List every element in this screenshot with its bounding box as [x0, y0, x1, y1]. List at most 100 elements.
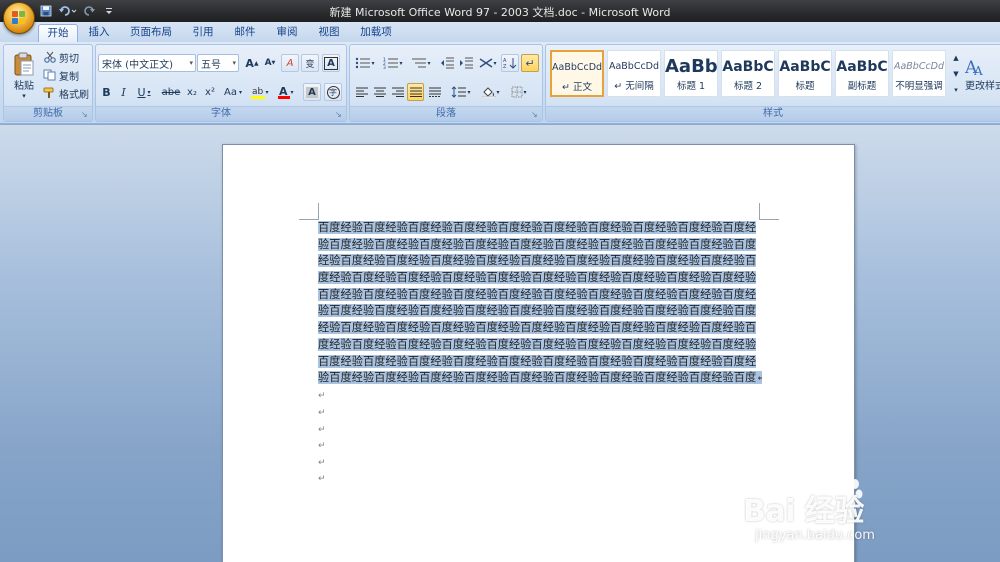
multilevel-list-button[interactable]: ▾ [408, 54, 434, 72]
text-line: 验百度经验百度经验百度经验百度经验百度经验百度经验百度经验百度经验百度经验百度↵ [318, 370, 762, 387]
show-hide-marks-button[interactable]: ↵ [521, 54, 539, 72]
distributed-button[interactable] [426, 83, 443, 101]
increase-indent-button[interactable] [457, 54, 475, 72]
style-normal[interactable]: AaBbCcDd ↵ 正文 [550, 50, 604, 97]
style-subtle-emphasis[interactable]: AaBbCcDd 不明显强调 [892, 50, 946, 97]
selected-text: 经验百度经验百度经验百度经验百度经验百度经验百度经验百度经验百度经验百度经验百 [318, 321, 757, 335]
office-logo-icon [12, 11, 26, 25]
font-name-select[interactable]: 宋体 (中文正文) ▾ [98, 54, 196, 72]
svg-text:ab: ab [252, 87, 264, 97]
numbered-list-icon: 123 [383, 57, 399, 69]
text-line: 百度经验百度经验百度经验百度经验百度经验百度经验百度经验百度经验百度经验百度经 [318, 287, 762, 304]
paragraph-launcher-icon[interactable]: ↘ [531, 110, 540, 119]
crop-mark [318, 203, 319, 220]
superscript-button[interactable]: x² [202, 83, 218, 101]
selected-text: 经验百度经验百度经验百度经验百度经验百度经验百度经验百度经验百度经验百度经验百 [318, 254, 757, 268]
tab-mailings[interactable]: 邮件 [228, 24, 262, 42]
font-group-label: 字体 [96, 106, 346, 121]
enclose-characters-button[interactable]: 字 [324, 83, 342, 101]
font-size-select[interactable]: 五号 ▾ [197, 54, 239, 72]
shrink-font-label: A [264, 58, 272, 68]
watermark-url: jingyan.baidu.com [755, 528, 875, 543]
character-border-label: A [324, 56, 338, 70]
highlight-button[interactable]: ab ▾ [248, 83, 272, 101]
tab-addins[interactable]: 加载项 [354, 24, 398, 42]
tab-home[interactable]: 开始 [38, 24, 78, 42]
sort-button[interactable]: AZ [501, 54, 519, 72]
tab-references[interactable]: 引用 [186, 24, 220, 42]
svg-text:Z: Z [503, 64, 507, 69]
font-launcher-icon[interactable]: ↘ [335, 110, 344, 119]
style-heading-2[interactable]: AaBbC 标题 2 [721, 50, 775, 97]
character-shading-button[interactable]: A [303, 83, 321, 101]
text-line: 百度经验百度经验百度经验百度经验百度经验百度经验百度经验百度经验百度经验百度经 [318, 220, 762, 237]
character-border-button[interactable]: A [322, 54, 340, 72]
change-styles-button[interactable]: AA 更改样式 [964, 48, 1000, 100]
style-sample: AaBbC [779, 59, 831, 75]
style-subtitle[interactable]: AaBbC 副标题 [835, 50, 889, 97]
tab-insert[interactable]: 插入 [82, 24, 116, 42]
bullet-list-icon [356, 57, 371, 69]
text-line: 经验百度经验百度经验百度经验百度经验百度经验百度经验百度经验百度经验百度经验百 [318, 253, 762, 270]
selected-text: 度经验百度经验百度经验百度经验百度经验百度经验百度经验百度经验百度经验百度经验 [318, 271, 757, 285]
shrink-font-button[interactable]: A ▼ [262, 54, 278, 72]
style-name: 标题 2 [733, 81, 763, 92]
cut-button[interactable]: 剪切 [42, 48, 90, 66]
clipboard-launcher-icon[interactable]: ↘ [81, 110, 90, 119]
subscript-button[interactable]: x₂ [184, 83, 200, 101]
cut-label: 剪切 [59, 53, 79, 65]
phonetic-guide-button[interactable]: 变 [301, 54, 319, 72]
change-styles-icon: AA [965, 58, 983, 77]
title-bar: 新建 Microsoft Office Word 97 - 2003 文档.do… [0, 0, 1000, 22]
office-button[interactable] [3, 2, 35, 34]
tab-page-layout[interactable]: 页面布局 [126, 24, 176, 42]
paste-button[interactable]: 粘贴 ▾ [7, 47, 41, 103]
selected-text: 验百度经验百度经验百度经验百度经验百度经验百度经验百度经验百度经验百度经验百度 [318, 304, 757, 318]
style-sample: AaBbC [836, 59, 888, 75]
styles-scroll-up-icon[interactable]: ▲ [950, 50, 962, 65]
styles-more-icon[interactable]: ▾ [950, 82, 962, 97]
document-workspace: 百度经验百度经验百度经验百度经验百度经验百度经验百度经验百度经验百度经验百度经 … [0, 125, 1000, 562]
paint-bucket-icon [482, 87, 497, 98]
underline-button[interactable]: U ▾ [133, 83, 155, 101]
style-heading-1[interactable]: AaBb 标题 1 [664, 50, 718, 97]
grow-font-button[interactable]: A ▲ [243, 54, 261, 72]
font-size-value: 五号 [201, 59, 221, 71]
numbering-button[interactable]: 1 2 3 ▾ [380, 54, 406, 72]
clear-formatting-button[interactable]: A [281, 54, 299, 72]
shading-button[interactable]: ▾ [478, 83, 504, 101]
format-painter-button[interactable]: 格式刷 [42, 84, 92, 102]
style-no-spacing[interactable]: AaBbCcDd ↵ 无间隔 [607, 50, 661, 97]
style-title[interactable]: AaBbC 标题 [778, 50, 832, 97]
selected-text: 百度经验百度经验百度经验百度经验百度经验百度经验百度经验百度经验百度经验百度经 [318, 287, 757, 301]
italic-button[interactable]: I [116, 83, 131, 101]
underline-label: U [137, 85, 146, 99]
align-center-button[interactable] [371, 83, 388, 101]
bold-button[interactable]: B [99, 83, 114, 101]
paragraph-mark: ↵ [318, 474, 326, 484]
asian-layout-button[interactable]: ▾ [476, 54, 500, 72]
selected-text: 度经验百度经验百度经验百度经验百度经验百度经验百度经验百度经验百度经验百度经验 [318, 337, 757, 351]
enclose-characters-label: 字 [326, 85, 340, 99]
strikethrough-button[interactable]: abe [160, 83, 182, 101]
styles-scroll-down-icon[interactable]: ▼ [950, 66, 962, 81]
tab-review[interactable]: 审阅 [270, 24, 304, 42]
change-case-button[interactable]: Aa ▾ [221, 83, 245, 101]
copy-button[interactable]: 复制 [42, 66, 90, 84]
decrease-indent-button[interactable] [438, 54, 456, 72]
paragraph-mark: ↵ [318, 458, 326, 468]
styles-group-label: 样式 [546, 106, 1000, 121]
tab-view[interactable]: 视图 [312, 24, 346, 42]
sort-icon: AZ [503, 58, 517, 69]
style-sample: AaBbCcDd [893, 61, 945, 72]
justify-button[interactable] [407, 83, 424, 101]
borders-button[interactable]: ▾ [506, 83, 532, 101]
copy-icon [43, 69, 56, 81]
align-right-button[interactable] [389, 83, 406, 101]
bullets-button[interactable]: ▾ [352, 54, 378, 72]
font-color-button[interactable]: A ▾ [274, 83, 298, 101]
line-spacing-button[interactable]: ▾ [448, 83, 474, 101]
text-line: 经验百度经验百度经验百度经验百度经验百度经验百度经验百度经验百度经验百度经验百 [318, 320, 762, 337]
document-body[interactable]: 百度经验百度经验百度经验百度经验百度经验百度经验百度经验百度经验百度经验百度经 … [318, 220, 762, 387]
align-left-button[interactable] [353, 83, 370, 101]
